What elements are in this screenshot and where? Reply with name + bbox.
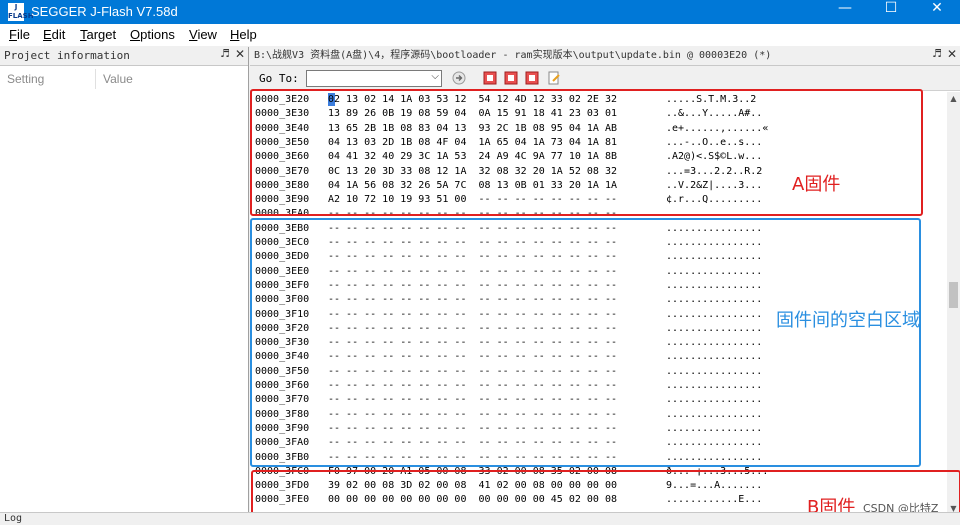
- column-setting[interactable]: Setting: [7, 69, 44, 89]
- goto-go-icon[interactable]: [452, 71, 466, 85]
- edit-document-icon[interactable]: [547, 71, 561, 85]
- jflash-app-icon: J FLASH: [8, 3, 34, 21]
- project-panel-title: Project information: [4, 49, 130, 62]
- scroll-thumb[interactable]: [949, 282, 958, 308]
- chevron-down-icon[interactable]: ⌵: [431, 71, 439, 82]
- panel-close-icon[interactable]: ✕: [235, 47, 245, 61]
- menu-file[interactable]: File: [9, 27, 30, 42]
- project-panel-header: Project information ♬ ✕: [0, 47, 248, 66]
- vertical-scrollbar[interactable]: ▲ ▼: [947, 92, 960, 516]
- chip-icon-red-2[interactable]: [504, 71, 518, 85]
- close-icon: ✕: [931, 0, 943, 16]
- maximize-button[interactable]: ☐: [868, 0, 914, 24]
- menu-target[interactable]: Target: [80, 27, 116, 42]
- minimize-icon: —: [838, 0, 852, 16]
- menu-help[interactable]: Help: [230, 27, 257, 42]
- blank-region-highlight-box: [250, 218, 921, 467]
- column-value[interactable]: Value: [103, 69, 133, 89]
- goto-label: Go To:: [259, 72, 299, 85]
- pin-icon[interactable]: ♬: [932, 47, 942, 60]
- menu-bar: File Edit Target Options View Help: [0, 24, 960, 46]
- file-path-title: B:\战舰V3 资料盘(A盘)\4，程序源码\bootloader - ram实…: [254, 50, 772, 61]
- annotation-blank-region: 固件间的空白区域: [776, 310, 920, 331]
- window-title: SEGGER J-Flash V7.58d: [31, 4, 178, 19]
- log-bar: Log: [0, 512, 960, 525]
- chip-icon-red-1[interactable]: [483, 71, 497, 85]
- goto-address-combobox[interactable]: ⌵: [306, 70, 442, 87]
- chip-icon-red-3[interactable]: [525, 71, 539, 85]
- title-bar: J FLASH SEGGER J-Flash V7.58d — ☐ ✕: [0, 0, 960, 24]
- firmware-a-highlight-box: [250, 89, 923, 216]
- annotation-a-firmware: A固件: [792, 174, 841, 195]
- pin-icon[interactable]: ♬: [220, 47, 230, 60]
- menu-edit[interactable]: Edit: [43, 27, 65, 42]
- minimize-button[interactable]: —: [822, 0, 868, 24]
- menu-options[interactable]: Options: [130, 27, 175, 42]
- hex-toolbar: Go To: ⌵: [250, 66, 960, 91]
- file-panel-header: B:\战舰V3 资料盘(A盘)\4，程序源码\bootloader - ram实…: [250, 47, 960, 66]
- close-button[interactable]: ✕: [914, 0, 960, 24]
- scroll-up-icon[interactable]: ▲: [947, 94, 960, 103]
- maximize-icon: ☐: [884, 0, 898, 16]
- log-label: Log: [4, 513, 23, 524]
- column-divider[interactable]: [95, 69, 96, 89]
- project-information-panel: Project information ♬ ✕ Setting Value: [0, 47, 249, 516]
- menu-view[interactable]: View: [189, 27, 217, 42]
- panel-close-icon[interactable]: ✕: [947, 47, 957, 61]
